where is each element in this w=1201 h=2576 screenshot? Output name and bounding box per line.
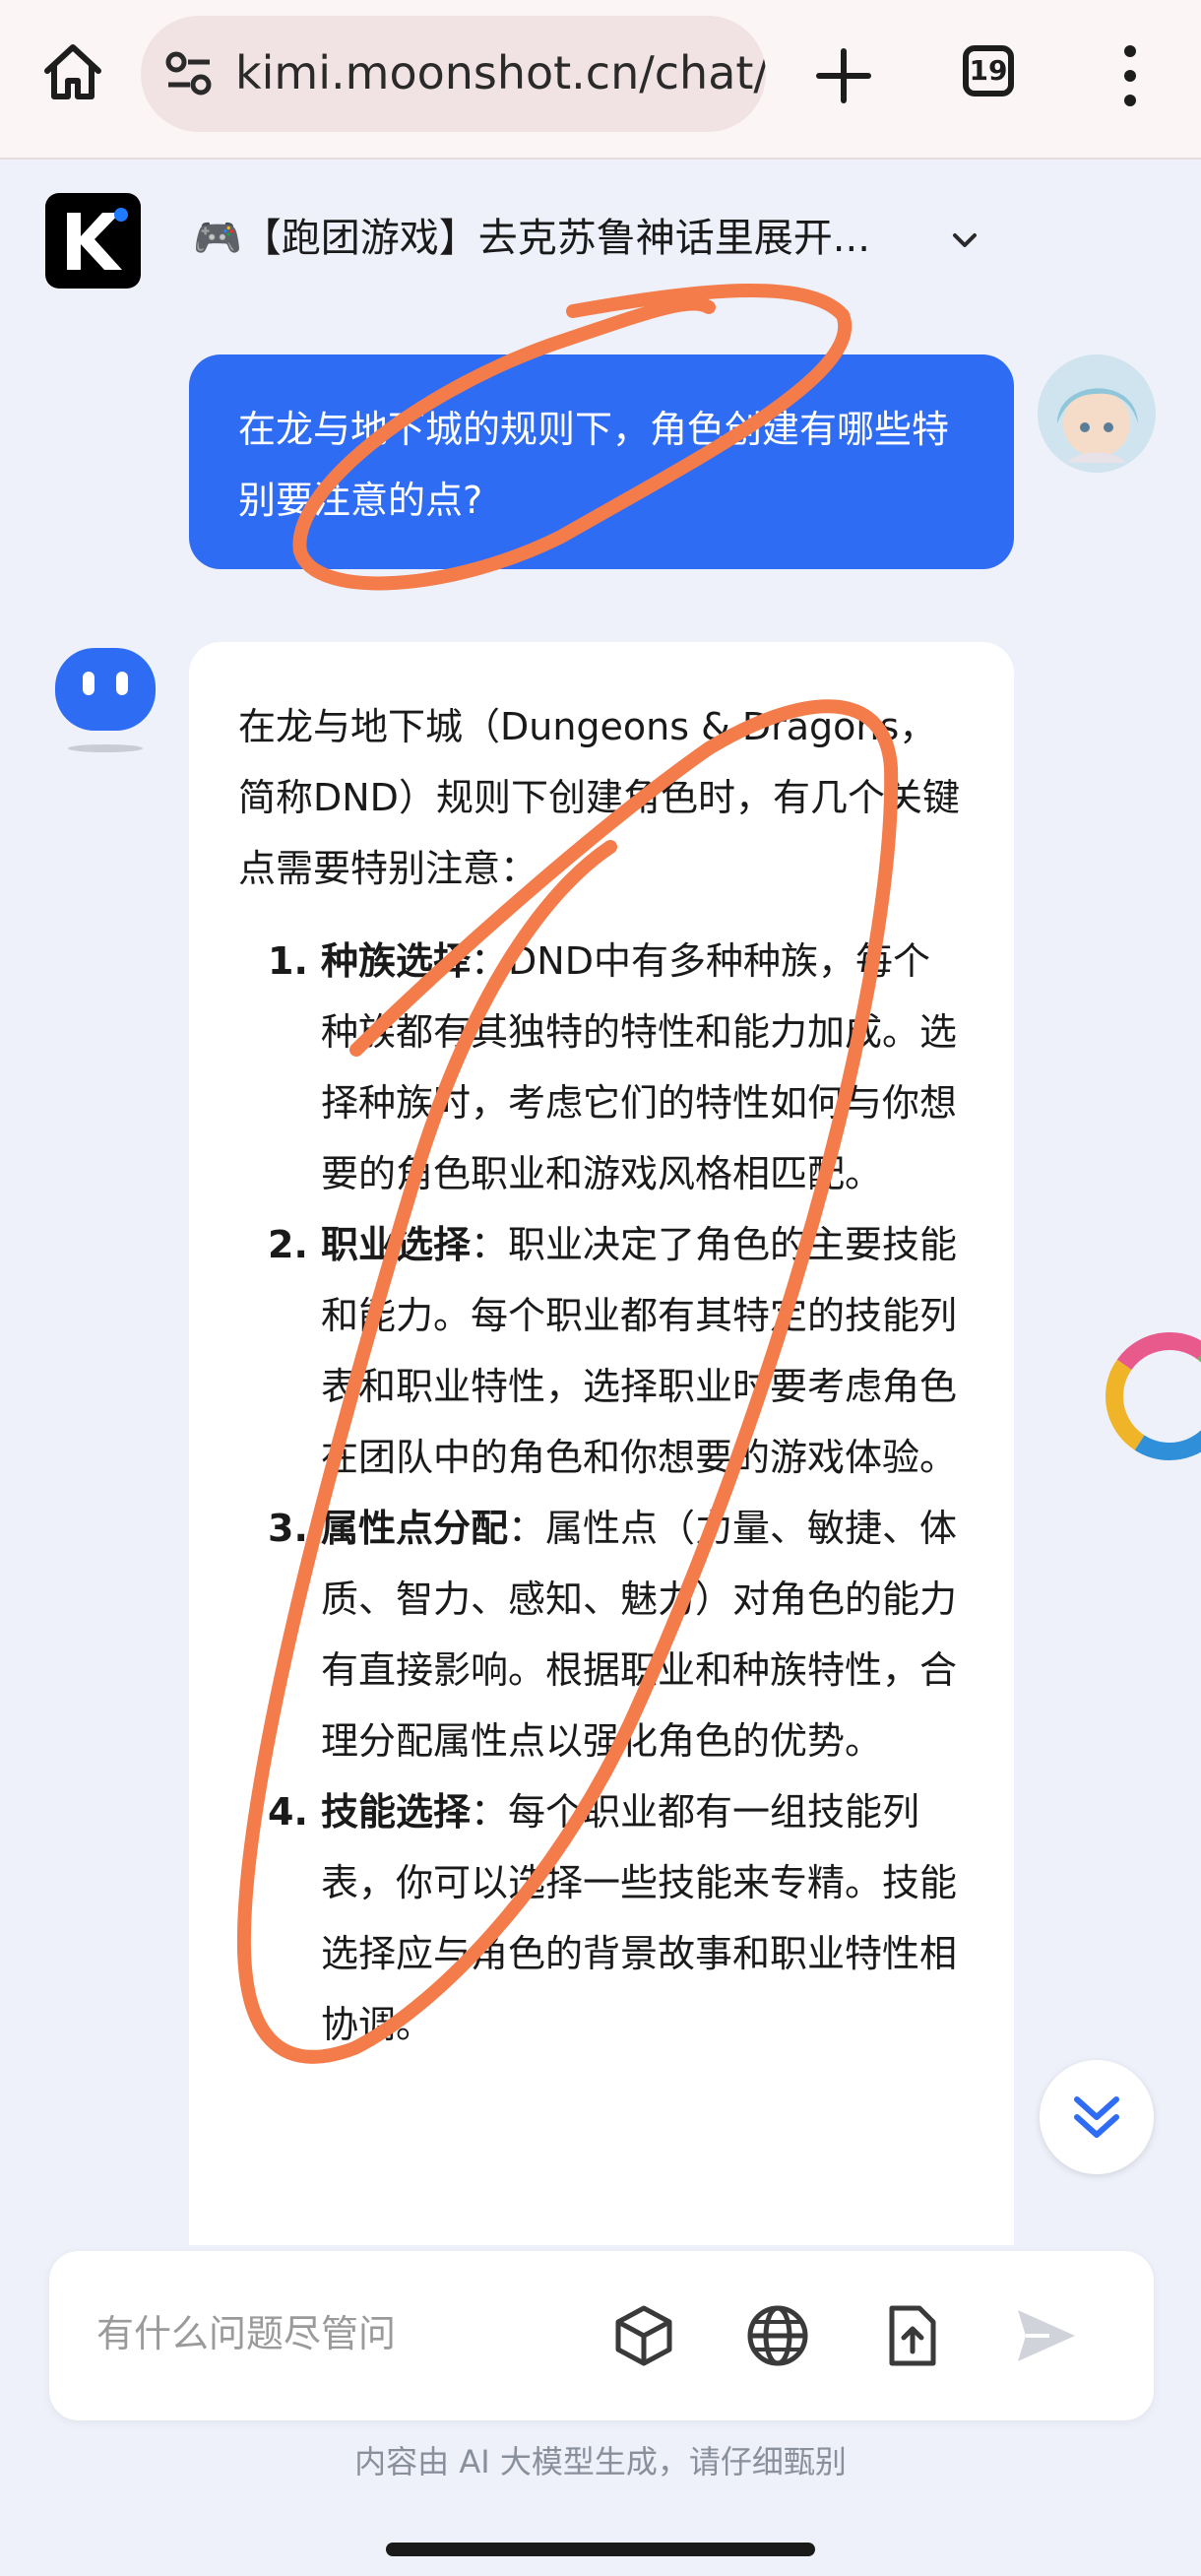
list-number: 3. [268,1507,308,1550]
floating-assistant-icon[interactable] [1103,1329,1201,1463]
kimi-bot-avatar [55,648,156,752]
chat-title[interactable]: 🎮【跑团游戏】去克苏鲁神话里展开... [193,211,870,266]
list-number: 1. [268,939,308,983]
list-item: 2. 职业选择：职业决定了角色的主要技能和能力。每个职业都有其特定的技能列表和职业… [238,1209,965,1493]
ai-list: 1. 种族选择：DND中有多种种族，每个种族都有其独特的特性和能力加成。选择种族时… [238,926,965,2060]
upload-file-icon[interactable] [876,2300,947,2371]
list-number: 4. [268,1790,308,1834]
list-item: 3. 属性点分配：属性点（力量、敏捷、体质、智力、感知、魅力）对角色的能力有直接影… [238,1493,965,1776]
list-item: 4. 技能选择：每个职业都有一组技能列表，你可以选择一些技能来专精。技能选择应与角… [238,1776,965,2060]
more-menu-icon[interactable] [1110,43,1150,108]
list-heading: 种族选择 [321,939,472,983]
globe-icon[interactable] [742,2300,813,2371]
ai-intro-text: 在龙与地下城（Dungeons & Dragons，简称DND）规则下创建角色时… [238,705,960,890]
browser-toolbar: kimi.moonshot.cn/chat/ 19 [0,0,1201,160]
user-message: 在龙与地下城的规则下，角色创建有哪些特别要注意的点? [189,354,1014,569]
user-avatar[interactable] [1038,354,1156,473]
send-icon[interactable] [1010,2300,1081,2371]
ai-disclaimer: 内容由 AI 大模型生成，请仔细甄别 [354,2443,847,2480]
home-indicator[interactable] [386,2543,815,2556]
double-chevron-down-icon [1074,2096,1119,2138]
list-heading: 技能选择 [321,1790,472,1834]
tab-switcher-icon[interactable]: 19 [963,45,1014,97]
list-item: 1. 种族选择：DND中有多种种族，每个种族都有其独特的特性和能力加成。选择种族时… [238,926,965,1209]
list-heading: 属性点分配 [321,1507,509,1550]
message-input[interactable]: 有什么问题尽管问 [96,2306,396,2361]
list-number: 2. [268,1223,308,1266]
cube-icon[interactable] [608,2300,679,2371]
home-icon[interactable] [37,37,108,108]
new-tab-icon[interactable] [809,41,878,110]
address-bar[interactable]: kimi.moonshot.cn/chat/ [141,16,766,132]
url-text[interactable]: kimi.moonshot.cn/chat/ [235,43,766,102]
ai-message: 在龙与地下城（Dungeons & Dragons，简称DND）规则下创建角色时… [189,642,1014,2257]
scroll-to-bottom-button[interactable] [1040,2060,1154,2174]
site-settings-icon[interactable] [164,51,214,97]
kimi-logo[interactable] [45,193,141,289]
message-composer[interactable]: 有什么问题尽管问 [49,2251,1154,2420]
chevron-down-icon[interactable] [947,223,982,258]
list-heading: 职业选择 [321,1223,472,1266]
